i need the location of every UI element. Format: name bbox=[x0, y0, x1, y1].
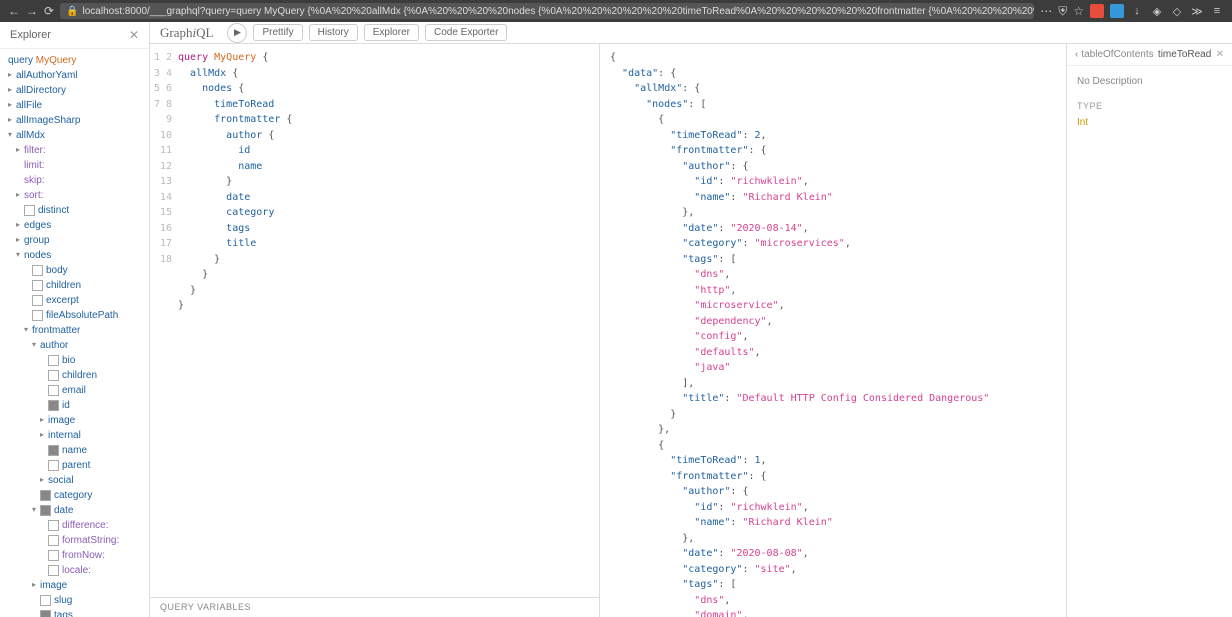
docs-type-name[interactable]: Int bbox=[1077, 117, 1222, 128]
tree-item-excerpt[interactable]: excerpt bbox=[4, 293, 145, 308]
tree-item-group[interactable]: ▸group bbox=[4, 233, 145, 248]
query-variables-bar[interactable]: QUERY VARIABLES bbox=[150, 597, 599, 617]
tree-item-difference[interactable]: difference: bbox=[4, 518, 145, 533]
docs-title: timeToRead bbox=[1158, 49, 1211, 60]
docs-panel: ‹ tableOfContents timeToRead ✕ No Descri… bbox=[1067, 44, 1232, 617]
history-button[interactable]: History bbox=[309, 24, 358, 41]
tree-item-id[interactable]: id bbox=[4, 398, 145, 413]
tree-item-date[interactable]: ▾date bbox=[4, 503, 145, 518]
query-editor[interactable]: 1 2 3 4 5 6 7 8 9 10 11 12 13 14 15 16 1… bbox=[150, 44, 599, 597]
tree-item-category[interactable]: category bbox=[4, 488, 145, 503]
tree-item-social[interactable]: ▸social bbox=[4, 473, 145, 488]
ext-icon[interactable] bbox=[1090, 4, 1104, 18]
tree-item-name[interactable]: name bbox=[4, 443, 145, 458]
tree-item-limit[interactable]: limit: bbox=[4, 158, 145, 173]
tree-item-tags[interactable]: tags bbox=[4, 608, 145, 617]
browser-chrome: ← → ⟳ 🔒 localhost:8000/___graphql?query=… bbox=[0, 0, 1232, 22]
tree-item-bio[interactable]: bio bbox=[4, 353, 145, 368]
results-pane[interactable]: { "data": { "allMdx": { "nodes": [ { "ti… bbox=[600, 44, 1067, 617]
url-text: localhost:8000/___graphql?query=query My… bbox=[83, 6, 1035, 17]
download-icon[interactable]: ↓ bbox=[1130, 4, 1144, 18]
star-icon[interactable]: ☆ bbox=[1073, 4, 1084, 18]
lock-icon: 🔒 bbox=[66, 6, 78, 17]
tree-item-filter[interactable]: ▸filter: bbox=[4, 143, 145, 158]
tree-item-children[interactable]: children bbox=[4, 278, 145, 293]
explorer-body: query MyQuery ▸allAuthorYaml▸allDirector… bbox=[0, 49, 149, 617]
menu-icon[interactable]: ≡ bbox=[1210, 4, 1224, 18]
back-icon[interactable]: ← bbox=[8, 4, 20, 18]
tree-item-parent[interactable]: parent bbox=[4, 458, 145, 473]
tree-item-body[interactable]: body bbox=[4, 263, 145, 278]
tree-item-image[interactable]: ▸image bbox=[4, 578, 145, 593]
close-icon[interactable]: ✕ bbox=[129, 28, 139, 42]
tree-item-allDirectory[interactable]: ▸allDirectory bbox=[4, 83, 145, 98]
tree-item-fileAbsolutePath[interactable]: fileAbsolutePath bbox=[4, 308, 145, 323]
tree-item-children[interactable]: children bbox=[4, 368, 145, 383]
tree-item-edges[interactable]: ▸edges bbox=[4, 218, 145, 233]
tree-item-internal[interactable]: ▸internal bbox=[4, 428, 145, 443]
tree-item-author[interactable]: ▾author bbox=[4, 338, 145, 353]
tree-item-nodes[interactable]: ▾nodes bbox=[4, 248, 145, 263]
tree-item-allImageSharp[interactable]: ▸allImageSharp bbox=[4, 113, 145, 128]
tree-item-allMdx[interactable]: ▾allMdx bbox=[4, 128, 145, 143]
shield-icon[interactable]: ⛨ bbox=[1058, 4, 1067, 19]
tree-item-allFile[interactable]: ▸allFile bbox=[4, 98, 145, 113]
query-code[interactable]: query MyQuery { allMdx { nodes { timeToR… bbox=[178, 50, 599, 597]
docs-body: No Description TYPE Int bbox=[1067, 66, 1232, 138]
docs-description: No Description bbox=[1077, 76, 1222, 87]
tree-item-email[interactable]: email bbox=[4, 383, 145, 398]
main: GraphiQL ▶ Prettify History Explorer Cod… bbox=[150, 22, 1232, 617]
tree-item-allAuthorYaml[interactable]: ▸allAuthorYaml bbox=[4, 68, 145, 83]
execute-button[interactable]: ▶ bbox=[227, 23, 247, 43]
explorer-header: Explorer ✕ bbox=[0, 22, 149, 49]
panes: 1 2 3 4 5 6 7 8 9 10 11 12 13 14 15 16 1… bbox=[150, 44, 1232, 617]
forward-icon[interactable]: → bbox=[26, 4, 38, 18]
tree-item-locale[interactable]: locale: bbox=[4, 563, 145, 578]
tree-item-sort[interactable]: ▸sort: bbox=[4, 188, 145, 203]
ext-icon[interactable] bbox=[1110, 4, 1124, 18]
toolbar: GraphiQL ▶ Prettify History Explorer Cod… bbox=[150, 22, 1232, 44]
tree-item-skip[interactable]: skip: bbox=[4, 173, 145, 188]
docs-type-heading: TYPE bbox=[1077, 101, 1222, 111]
ext-icon[interactable]: ◈ bbox=[1150, 4, 1164, 18]
explorer-query-name: query MyQuery bbox=[4, 53, 145, 68]
code-exporter-button[interactable]: Code Exporter bbox=[425, 24, 507, 41]
tree-item-slug[interactable]: slug bbox=[4, 593, 145, 608]
explorer-title: Explorer bbox=[10, 29, 51, 41]
explorer-panel: Explorer ✕ query MyQuery ▸allAuthorYaml▸… bbox=[0, 22, 150, 617]
docs-header: ‹ tableOfContents timeToRead ✕ bbox=[1067, 44, 1232, 66]
tree-item-formatString[interactable]: formatString: bbox=[4, 533, 145, 548]
query-editor-column: 1 2 3 4 5 6 7 8 9 10 11 12 13 14 15 16 1… bbox=[150, 44, 600, 617]
url-bar[interactable]: 🔒 localhost:8000/___graphql?query=query … bbox=[60, 3, 1034, 19]
docs-back-button[interactable]: ‹ tableOfContents bbox=[1075, 49, 1154, 60]
graphiql-logo: GraphiQL bbox=[160, 25, 213, 41]
tree-item-fromNow[interactable]: fromNow: bbox=[4, 548, 145, 563]
more-icon[interactable]: ⋯ bbox=[1040, 4, 1052, 18]
explorer-button[interactable]: Explorer bbox=[364, 24, 419, 41]
ext-icon[interactable]: ◇ bbox=[1170, 4, 1184, 18]
tree-item-frontmatter[interactable]: ▾frontmatter bbox=[4, 323, 145, 338]
close-icon[interactable]: ✕ bbox=[1216, 49, 1224, 60]
app: Explorer ✕ query MyQuery ▸allAuthorYaml▸… bbox=[0, 22, 1232, 617]
ext-icon[interactable]: ≫ bbox=[1190, 4, 1204, 18]
tree-item-image[interactable]: ▸image bbox=[4, 413, 145, 428]
chevron-left-icon: ‹ bbox=[1075, 49, 1078, 60]
reload-icon[interactable]: ⟳ bbox=[44, 4, 54, 18]
prettify-button[interactable]: Prettify bbox=[253, 24, 302, 41]
tree-item-distinct[interactable]: distinct bbox=[4, 203, 145, 218]
line-gutter: 1 2 3 4 5 6 7 8 9 10 11 12 13 14 15 16 1… bbox=[150, 50, 178, 597]
extension-icons: ↓ ◈ ◇ ≫ ≡ bbox=[1090, 4, 1224, 18]
